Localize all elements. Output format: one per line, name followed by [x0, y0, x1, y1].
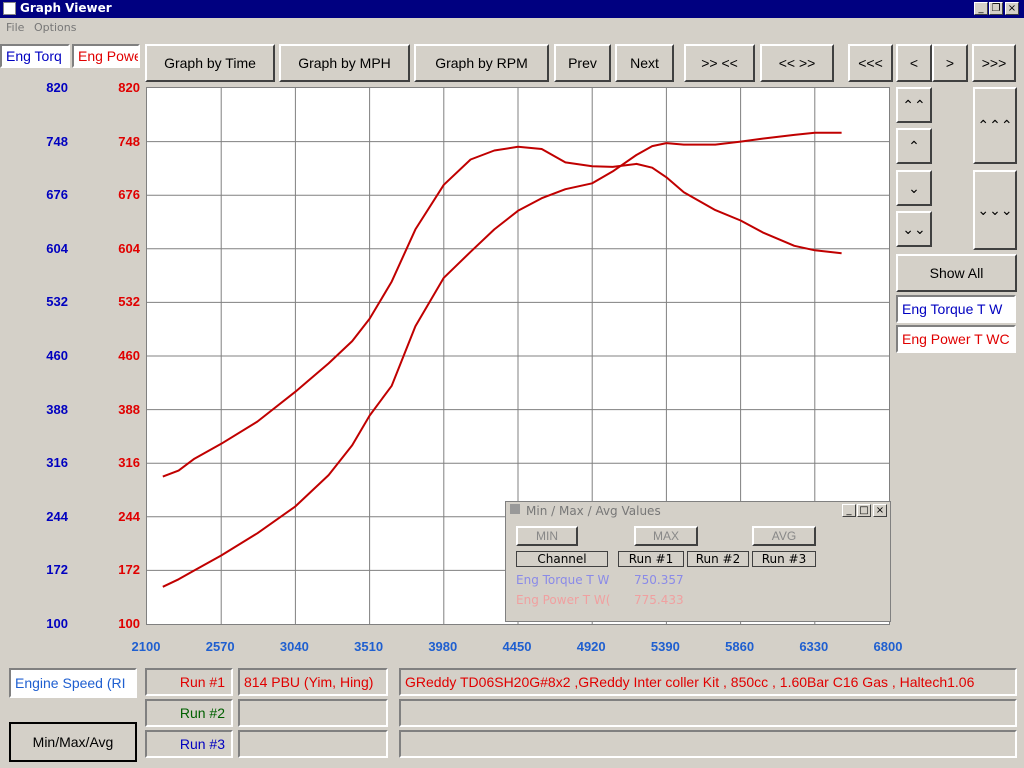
x-tick-label: 2570 [205, 639, 235, 654]
scroll-down-button[interactable]: ⌄ [896, 170, 932, 206]
run1-description: GReddy TD06SH20G#8x2 ,GReddy Inter colle… [399, 668, 1017, 696]
graph-by-time-button[interactable]: Graph by Time [145, 44, 275, 82]
x-tick-label: 3510 [354, 639, 384, 654]
torque-tick-label: 388 [46, 401, 68, 417]
torque-tick-label: 532 [46, 294, 68, 310]
minmax-dialog: Min / Max / Avg Values _ □ × MIN MAX AVG… [505, 501, 891, 622]
x-tick-label: 3980 [428, 639, 458, 654]
dialog-icon [510, 504, 520, 514]
max-button[interactable]: MAX [634, 526, 698, 546]
scroll-first-button[interactable]: <<< [848, 44, 893, 82]
menu-file[interactable]: File [6, 21, 24, 34]
scroll-down-fast-button[interactable]: ⌄⌄ [896, 211, 932, 247]
graph-by-rpm-button[interactable]: Graph by RPM [414, 44, 549, 82]
scroll-right-button[interactable]: > [932, 44, 968, 82]
header-channel: Channel [516, 551, 608, 567]
show-all-button[interactable]: Show All [896, 254, 1017, 292]
run3-label: Run #3 [145, 730, 233, 758]
x-tick-label: 6800 [873, 639, 903, 654]
run1-car: 814 PBU (Yim, Hing) [238, 668, 388, 696]
power-tick-label: 460 [118, 348, 140, 363]
menu-options[interactable]: Options [34, 21, 76, 34]
header-run1: Run #1 [618, 551, 684, 567]
torque-tick-label: 244 [46, 508, 68, 524]
torque-tick-label: 676 [46, 187, 68, 203]
torque-tick-label: 748 [46, 133, 68, 149]
torque-tick-label: 172 [46, 562, 68, 578]
x-tick-label: 6330 [799, 639, 829, 654]
dialog-close-button[interactable]: × [873, 504, 887, 517]
prev-button[interactable]: Prev [554, 44, 611, 82]
scroll-last-button[interactable]: >>> [972, 44, 1016, 82]
close-button[interactable]: × [1005, 2, 1019, 15]
dialog-maximize-button[interactable]: □ [857, 504, 871, 517]
row-power-run1: 775.433 [634, 593, 684, 607]
minimize-button[interactable]: _ [974, 2, 988, 15]
power-tick-label: 676 [118, 187, 140, 203]
torque-axis-label[interactable]: Eng Torq [0, 44, 70, 68]
torque-tick-label: 820 [46, 80, 68, 95]
scroll-left-button[interactable]: < [896, 44, 932, 82]
scroll-up-button[interactable]: ⌃ [896, 128, 932, 164]
row-torque-run1: 750.357 [634, 573, 684, 587]
run2-car [238, 699, 388, 727]
channel-torque[interactable]: Eng Torque T W [896, 295, 1016, 323]
power-tick-label: 172 [118, 562, 140, 578]
graph-by-mph-button[interactable]: Graph by MPH [279, 44, 410, 82]
title-bar [0, 0, 1024, 18]
x-tick-label: 4450 [502, 639, 532, 654]
dialog-minimize-button[interactable]: _ [842, 504, 856, 517]
dialog-title-bar: Min / Max / Avg Values _ □ × [506, 502, 890, 520]
torque-tick-label: 316 [46, 455, 68, 471]
run2-description [399, 699, 1017, 727]
row-power-channel: Eng Power T W( [516, 593, 611, 607]
min-button[interactable]: MIN [516, 526, 578, 546]
x-tick-label: 2100 [131, 639, 161, 654]
row-torque-channel: Eng Torque T W [516, 573, 610, 587]
run2-label: Run #2 [145, 699, 233, 727]
torque-series-line [162, 145, 842, 478]
power-tick-label: 388 [118, 401, 140, 417]
zoom-in-button[interactable]: >> << [684, 44, 755, 82]
power-tick-label: 316 [118, 455, 140, 471]
dialog-title: Min / Max / Avg Values [526, 504, 661, 518]
power-tick-label: 748 [118, 133, 140, 149]
power-tick-label: 532 [118, 294, 140, 310]
zoom-out-button[interactable]: << >> [760, 44, 834, 82]
run3-description [399, 730, 1017, 758]
scroll-up-fast-button[interactable]: ⌃⌃ [896, 87, 932, 123]
next-button[interactable]: Next [615, 44, 674, 82]
x-tick-label: 5860 [725, 639, 755, 654]
x-tick-label: 4920 [576, 639, 606, 654]
power-tick-label: 604 [118, 240, 140, 256]
zoom-y-out-button[interactable]: ⌄⌄⌄ [973, 170, 1017, 250]
restore-button[interactable]: ❐ [989, 2, 1003, 15]
power-tick-label: 100 [118, 616, 140, 631]
app-icon [3, 2, 16, 15]
run1-label: Run #1 [145, 668, 233, 696]
header-run2: Run #2 [687, 551, 749, 567]
torque-tick-label: 100 [46, 616, 68, 631]
window-title: Graph Viewer [20, 1, 112, 15]
x-axis-channel[interactable]: Engine Speed (RI [9, 668, 137, 698]
power-axis-label[interactable]: Eng Powe [72, 44, 140, 68]
zoom-y-in-button[interactable]: ⌃⌃⌃ [973, 87, 1017, 164]
torque-tick-label: 460 [46, 348, 68, 363]
torque-tick-label: 604 [46, 240, 68, 256]
power-tick-label: 820 [118, 80, 140, 95]
header-run3: Run #3 [752, 551, 816, 567]
run3-car [238, 730, 388, 758]
channel-power[interactable]: Eng Power T WC [896, 325, 1016, 353]
avg-button[interactable]: AVG [752, 526, 816, 546]
x-tick-label: 3040 [279, 639, 309, 654]
minmaxavg-button[interactable]: Min/Max/Avg [9, 722, 137, 762]
x-tick-label: 5390 [650, 639, 680, 654]
power-tick-label: 244 [118, 508, 140, 524]
